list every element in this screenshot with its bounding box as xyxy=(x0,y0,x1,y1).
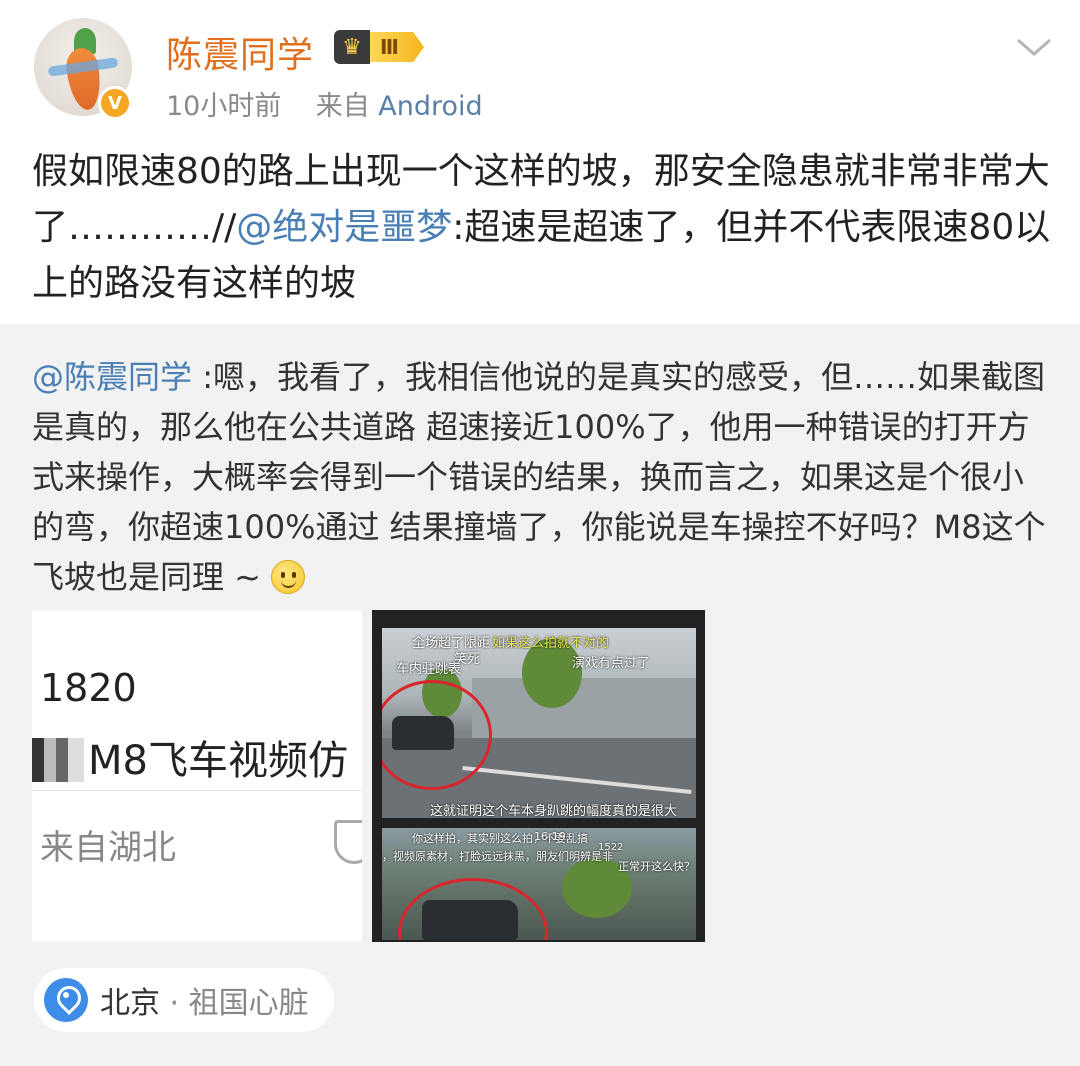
shield-icon xyxy=(334,820,362,864)
location-city: 北京 xyxy=(100,986,160,1021)
screenshot-location: 来自湖北 xyxy=(40,828,176,868)
wall xyxy=(472,678,696,746)
like-count: 1522 xyxy=(598,842,624,853)
caption: 正常开这么快？ xyxy=(618,860,695,873)
location-separator: · xyxy=(169,986,180,1021)
mention-link[interactable]: @绝对是噩梦 xyxy=(236,207,452,248)
location-tag[interactable]: 北京 · 祖国心脏 xyxy=(34,968,334,1032)
level-rank: Ⅲ xyxy=(370,32,424,62)
repost-body: @陈震同学 :嗯，我看了，我相信他说的是真实的感受，但……如果截图是真的，那么他… xyxy=(32,352,1052,602)
video-subtitle: 这就证明这个车本身趴跳的幅度真的是很大 xyxy=(430,804,678,818)
location-desc: 祖国心脏 xyxy=(188,986,309,1021)
repost-mention[interactable]: @陈震同学 xyxy=(32,358,192,396)
video-frame-2: 你这样拍，其实别这么拍，不要乱搞 16:19 ，视频原素材，打脸远远抹黑，朋友们… xyxy=(382,828,696,940)
reposted-content[interactable]: @陈震同学 :嗯，我看了，我相信他说的是真实的感受，但……如果截图是真的，那么他… xyxy=(0,324,1080,1066)
divider xyxy=(32,790,362,791)
post-meta: 10小时前 来自 Android xyxy=(166,84,483,123)
caption: 如果这么拍就不对的 xyxy=(492,636,610,651)
blurred-avatar xyxy=(32,738,84,782)
location-pin-icon xyxy=(44,978,88,1022)
red-circle xyxy=(398,878,548,940)
screenshot-number: 1820 xyxy=(40,666,137,710)
verified-icon: V xyxy=(98,86,132,120)
level-badge[interactable]: ♛ Ⅲ xyxy=(334,30,424,64)
caption: 演戏有点过了 xyxy=(572,656,651,671)
screenshot-image[interactable]: 1820 M8飞车视频仿 来自湖北 xyxy=(32,610,362,942)
caption: 车内驻跳表 xyxy=(396,662,462,677)
video-frames-image[interactable]: 全场超了限距 如果这么拍就不对的 笑死 车内驻跳表 演戏有点过了 这就证明这个车… xyxy=(372,610,705,942)
caption: 16:19 xyxy=(534,830,566,843)
screenshot-title: M8飞车视频仿 xyxy=(88,738,348,784)
smiley-icon xyxy=(271,560,306,594)
video-frame-1: 全场超了限距 如果这么拍就不对的 笑死 车内驻跳表 演戏有点过了 这就证明这个车… xyxy=(382,628,696,818)
chevron-down-icon[interactable] xyxy=(1016,32,1052,62)
location-text: 北京 · 祖国心脏 xyxy=(100,978,309,1022)
source-prefix: 来自 xyxy=(315,91,370,122)
source-link[interactable]: Android xyxy=(378,91,482,122)
post-header: V 陈震同学 ♛ Ⅲ 10小时前 来自 Android xyxy=(0,0,1080,140)
username[interactable]: 陈震同学 xyxy=(166,26,314,78)
post-time: 10小时前 xyxy=(166,91,282,122)
caption: ，视频原素材，打脸远远抹黑，朋友们明辨是非 xyxy=(382,850,613,863)
crown-icon: ♛ xyxy=(334,30,370,64)
post-body: 假如限速80的路上出现一个这样的坡，那安全隐患就非常非常大了…………//@绝对是… xyxy=(32,144,1052,312)
